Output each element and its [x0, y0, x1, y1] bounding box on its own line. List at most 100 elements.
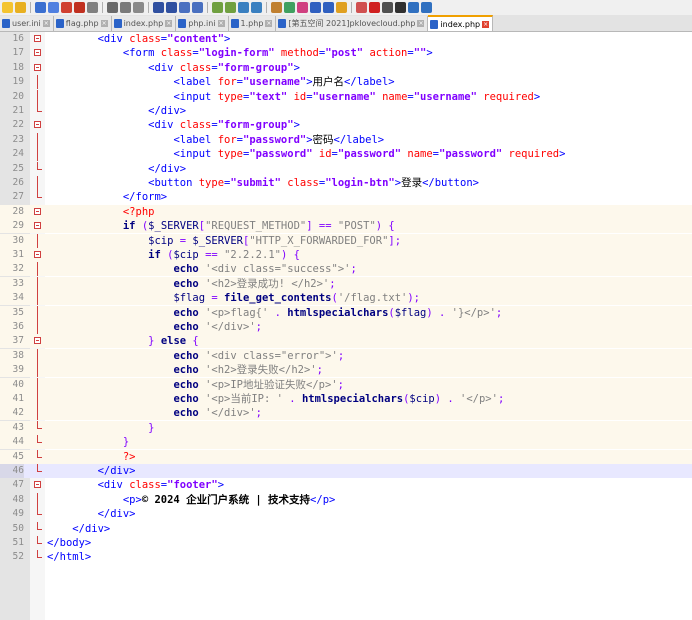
- code-line[interactable]: 52 </html>: [0, 550, 692, 564]
- undo-icon[interactable]: [153, 2, 164, 13]
- code-line[interactable]: 22 <div class="form-group">: [0, 118, 692, 132]
- code-line[interactable]: 20 <input type="text" id="username" name…: [0, 89, 692, 104]
- code-line[interactable]: 31 if ($cip == "2.2.2.1") {: [0, 248, 692, 262]
- close-tab-icon[interactable]: ×: [217, 20, 225, 27]
- code-line[interactable]: 44 }: [0, 435, 692, 450]
- code-line[interactable]: 38 echo '<div class="error">';: [0, 348, 692, 363]
- zoom-out-icon[interactable]: [225, 2, 236, 13]
- close-tab-icon[interactable]: ×: [265, 20, 273, 27]
- sync-scroll-icon[interactable]: [238, 2, 249, 13]
- monitoring-icon[interactable]: [356, 2, 367, 13]
- file-tab[interactable]: index.php ×: [428, 15, 494, 31]
- file-tab[interactable]: index.php ×: [111, 16, 177, 31]
- code-line[interactable]: 33 echo '<h2>登录成功! </h2>';: [0, 276, 692, 291]
- record-macro-icon[interactable]: [369, 2, 380, 13]
- code-text: <input type="text" id="username" name="u…: [47, 90, 540, 104]
- code-token: htmlspecialchars: [301, 393, 404, 405]
- code-line[interactable]: 30 $cip = $_SERVER["HTTP_X_FORWARDED_FOR…: [0, 233, 692, 248]
- cut-icon[interactable]: [107, 2, 118, 13]
- code-line[interactable]: 26 <button type="submit" class="login-bt…: [0, 176, 692, 190]
- code-line[interactable]: 19 <label for="username">用户名</label>: [0, 75, 692, 90]
- file-tab[interactable]: 1.php ×: [228, 16, 277, 31]
- file-tab[interactable]: user.ini ×: [0, 16, 54, 31]
- code-editor[interactable]: 16 <div class="content"> 17 <form class="…: [0, 32, 692, 620]
- code-text: echo '<p>当前IP: ' . htmlspecialchars($cip…: [47, 392, 504, 406]
- code-line[interactable]: 51 </body>: [0, 536, 692, 550]
- code-token: "form-group": [217, 119, 294, 132]
- code-line[interactable]: 21 </div>: [0, 104, 692, 118]
- close-tab-icon[interactable]: ×: [482, 20, 490, 28]
- play-macro-icon[interactable]: [395, 2, 406, 13]
- folder-workspace-icon[interactable]: [336, 2, 347, 13]
- code-line[interactable]: 34 $flag = file_get_contents('/flag.txt'…: [0, 291, 692, 306]
- run-macro-icon[interactable]: [408, 2, 419, 13]
- code-line[interactable]: 48 <p>© 2024 企业门户系统 | 技术支持</p>: [0, 492, 692, 507]
- save-macro-icon[interactable]: [421, 2, 432, 13]
- redo-icon[interactable]: [166, 2, 177, 13]
- show-all-chars-icon[interactable]: [271, 2, 282, 13]
- code-line[interactable]: 45 ?>: [0, 449, 692, 464]
- fold-toggle-icon[interactable]: [34, 222, 41, 230]
- close-tab-icon[interactable]: ×: [100, 20, 108, 27]
- code-line[interactable]: 29 if ($_SERVER["REQUEST_METHOD"] == "PO…: [0, 219, 692, 234]
- code-line[interactable]: 41 echo '<p>当前IP: ' . htmlspecialchars($…: [0, 392, 692, 406]
- user-language-icon[interactable]: [297, 2, 308, 13]
- print-icon[interactable]: [87, 2, 98, 13]
- file-tab[interactable]: flag.php ×: [53, 16, 112, 31]
- code-line[interactable]: 23 <label for="password">密码</label>: [0, 132, 692, 147]
- code-line[interactable]: 32 echo '<div class="success">';: [0, 262, 692, 277]
- copy-icon[interactable]: [120, 2, 131, 13]
- save-all-icon[interactable]: [48, 2, 59, 13]
- code-line[interactable]: 18 <div class="form-group">: [0, 61, 692, 75]
- paste-icon[interactable]: [133, 2, 144, 13]
- file-tab[interactable]: php.ini ×: [176, 16, 229, 31]
- fold-toggle-icon[interactable]: [34, 35, 41, 42]
- doc-map-icon[interactable]: [310, 2, 321, 13]
- code-line[interactable]: 46 </div>: [0, 464, 692, 478]
- code-line[interactable]: 42 echo '</div>';: [0, 406, 692, 421]
- code-line[interactable]: 40 echo '<p>IP地址验证失败</p>';: [0, 377, 692, 392]
- code-line[interactable]: 35 echo '<p>flag{' . htmlspecialchars($f…: [0, 305, 692, 320]
- code-token: </html>: [47, 551, 92, 564]
- close-tab-icon[interactable]: ×: [165, 20, 173, 27]
- code-line[interactable]: 36 echo '</div>';: [0, 320, 692, 334]
- fold-toggle-icon[interactable]: [34, 207, 41, 215]
- open-file-icon[interactable]: [15, 2, 26, 13]
- code-line[interactable]: 25 </div>: [0, 161, 692, 176]
- word-wrap-icon[interactable]: [251, 2, 262, 13]
- code-line[interactable]: 49 </div>: [0, 507, 692, 521]
- fold-toggle-icon[interactable]: [34, 121, 41, 129]
- fold-toggle-icon[interactable]: [34, 337, 41, 345]
- code-line[interactable]: 28 <?php: [0, 204, 692, 219]
- file-tab[interactable]: [第五空间 2021]pklovecloud.php ×: [276, 16, 429, 31]
- code-line[interactable]: 47 <div class="footer">: [0, 478, 692, 492]
- code-line[interactable]: 27 </form>: [0, 190, 692, 204]
- code-token: "form-group": [217, 61, 294, 74]
- code-line[interactable]: 16 <div class="content">: [0, 32, 692, 46]
- code-line[interactable]: 37 } else {: [0, 334, 692, 349]
- new-file-icon[interactable]: [2, 2, 13, 13]
- zoom-in-icon[interactable]: [212, 2, 223, 13]
- line-number: 32: [12, 263, 24, 275]
- code-line[interactable]: 17 <form class="login-form" method="post…: [0, 46, 692, 60]
- close-all-icon[interactable]: [74, 2, 85, 13]
- code-line[interactable]: 24 <input type="password" id="password" …: [0, 147, 692, 162]
- close-tab-icon[interactable]: ×: [417, 20, 425, 27]
- stop-record-icon[interactable]: [382, 2, 393, 13]
- indent-guide-icon[interactable]: [284, 2, 295, 13]
- code-token: echo: [173, 349, 199, 362]
- save-icon[interactable]: [35, 2, 46, 13]
- find-icon[interactable]: [179, 2, 190, 13]
- fold-toggle-icon[interactable]: [34, 481, 41, 489]
- fold-toggle-icon[interactable]: [34, 251, 41, 258]
- fold-toggle-icon[interactable]: [34, 63, 41, 71]
- code-line[interactable]: 43 }: [0, 420, 692, 435]
- close-tab-icon[interactable]: ×: [42, 20, 50, 27]
- code-line[interactable]: 50 </div>: [0, 521, 692, 536]
- fold-toggle-icon[interactable]: [34, 49, 41, 57]
- replace-icon[interactable]: [192, 2, 203, 13]
- close-icon[interactable]: [61, 2, 72, 13]
- function-list-icon[interactable]: [323, 2, 334, 13]
- code-line[interactable]: 39 echo '<h2>登录失败</h2>';: [0, 363, 692, 378]
